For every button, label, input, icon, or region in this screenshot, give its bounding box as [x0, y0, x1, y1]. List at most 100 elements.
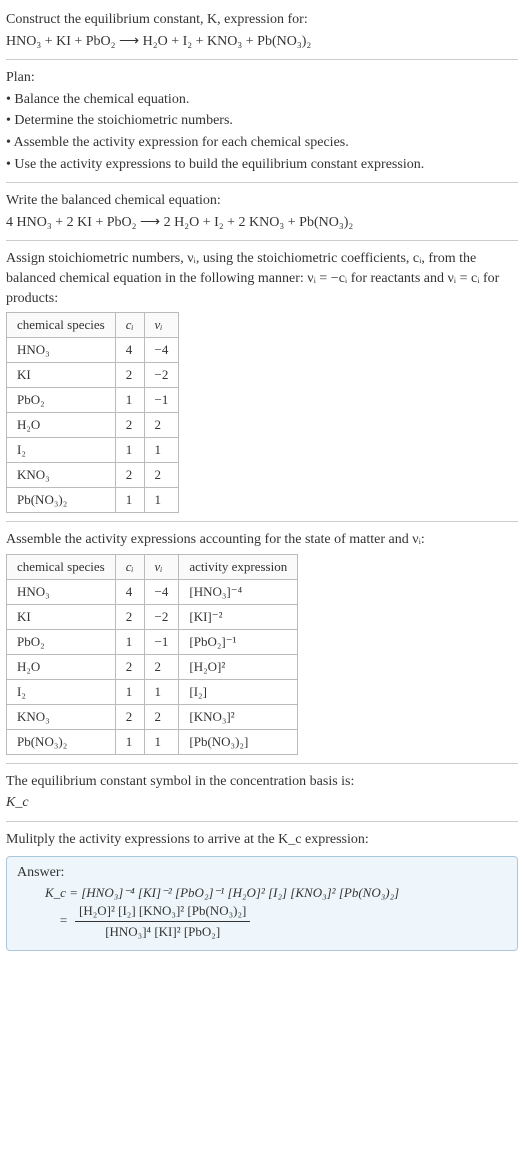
cell-c: 1 [115, 438, 144, 463]
cell-species: HNO₃ [7, 579, 116, 604]
intro-line1: Construct the equilibrium constant, K, e… [6, 10, 518, 30]
table-row: Pb(NO₃)₂11[Pb(NO₃)₂] [7, 729, 298, 754]
cell-v: 1 [144, 729, 179, 754]
plan-item-4: • Use the activity expressions to build … [6, 155, 518, 175]
cell-expr: [Pb(NO₃)₂] [179, 729, 298, 754]
plan-item-1: • Balance the chemical equation. [6, 90, 518, 110]
kc-denominator: [HNO₃]⁴ [KI]² [PbO₂] [75, 922, 250, 940]
kc-eq-sign: = [59, 912, 68, 927]
kc-flat: K_c = [HNO₃]⁻⁴ [KI]⁻² [PbO₂]⁻¹ [H₂O]² [I… [45, 885, 507, 901]
cell-c: 1 [115, 488, 144, 513]
cell-v: −1 [144, 388, 179, 413]
divider [6, 240, 518, 241]
eqsym-line2: K_c [6, 793, 518, 813]
cell-v: 2 [144, 463, 179, 488]
th-c-text: cᵢ [126, 559, 134, 574]
cell-species: Pb(NO₃)₂ [7, 729, 116, 754]
th-expr: activity expression [179, 554, 298, 579]
table-row: H₂O22[H₂O]² [7, 654, 298, 679]
plan-item-1-text: Balance the chemical equation. [14, 92, 189, 107]
table-row: I₂11 [7, 438, 179, 463]
cell-species: KNO₃ [7, 463, 116, 488]
cell-c: 4 [115, 579, 144, 604]
assign-text: Assign stoichiometric numbers, νᵢ, using… [6, 249, 518, 308]
table-row: KI2−2 [7, 363, 179, 388]
th-v: νᵢ [144, 313, 179, 338]
intro-text: Construct the equilibrium constant, K, e… [6, 12, 308, 27]
cell-expr: [I₂] [179, 679, 298, 704]
th-species: chemical species [7, 313, 116, 338]
th-c: cᵢ [115, 554, 144, 579]
cell-c: 2 [115, 413, 144, 438]
cell-c: 2 [115, 363, 144, 388]
activity-table: chemical species cᵢ νᵢ activity expressi… [6, 554, 298, 755]
cell-species: KNO₃ [7, 704, 116, 729]
cell-species: PbO₂ [7, 388, 116, 413]
cell-c: 1 [115, 388, 144, 413]
table-row: I₂11[I₂] [7, 679, 298, 704]
divider [6, 821, 518, 822]
plan-item-4-text: Use the activity expressions to build th… [14, 157, 424, 172]
intro-equation: HNO₃ + KI + PbO₂ ⟶ H₂O + I₂ + KNO₃ + Pb(… [6, 32, 518, 52]
plan-item-3-text: Assemble the activity expression for eac… [14, 135, 349, 150]
table-row: KNO₃22 [7, 463, 179, 488]
intro-eq-text: HNO₃ + KI + PbO₂ ⟶ H₂O + I₂ + KNO₃ + Pb(… [6, 34, 311, 49]
divider [6, 59, 518, 60]
fraction: [H₂O]² [I₂] [KNO₃]² [Pb(NO₃)₂] [HNO₃]⁴ [… [75, 903, 250, 940]
table-row: KI2−2[KI]⁻² [7, 604, 298, 629]
th-v-text: νᵢ [155, 559, 163, 574]
cell-v: −2 [144, 363, 179, 388]
cell-c: 1 [115, 729, 144, 754]
th-v: νᵢ [144, 554, 179, 579]
cell-c: 1 [115, 679, 144, 704]
plan-item-3: • Assemble the activity expression for e… [6, 133, 518, 153]
table-row: Pb(NO₃)₂11 [7, 488, 179, 513]
table-row: H₂O22 [7, 413, 179, 438]
cell-v: 1 [144, 679, 179, 704]
divider [6, 521, 518, 522]
plan-item-2-text: Determine the stoichiometric numbers. [14, 113, 233, 128]
assemble-text: Assemble the activity expressions accoun… [6, 530, 518, 550]
eqsym-line1: The equilibrium constant symbol in the c… [6, 772, 518, 792]
answer-label: Answer: [17, 865, 507, 881]
cell-v: 2 [144, 413, 179, 438]
cell-species: KI [7, 604, 116, 629]
cell-c: 2 [115, 704, 144, 729]
mult-text: Mulitply the activity expressions to arr… [6, 830, 518, 850]
plan-section: Plan: • Balance the chemical equation. •… [6, 68, 518, 174]
cell-expr: [H₂O]² [179, 654, 298, 679]
activity-section: Assemble the activity expressions accoun… [6, 530, 518, 755]
cell-expr: [KNO₃]² [179, 704, 298, 729]
cell-v: −2 [144, 604, 179, 629]
divider [6, 763, 518, 764]
cell-expr: [HNO₃]⁻⁴ [179, 579, 298, 604]
cell-v: 2 [144, 654, 179, 679]
cell-expr: [PbO₂]⁻¹ [179, 629, 298, 654]
cell-species: Pb(NO₃)₂ [7, 488, 116, 513]
cell-species: PbO₂ [7, 629, 116, 654]
cell-species: HNO₃ [7, 338, 116, 363]
cell-c: 4 [115, 338, 144, 363]
cell-species: H₂O [7, 413, 116, 438]
balanced-equation: 4 HNO₃ + 2 KI + PbO₂ ⟶ 2 H₂O + I₂ + 2 KN… [6, 213, 518, 233]
cell-species: H₂O [7, 654, 116, 679]
answer-box: Answer: K_c = [HNO₃]⁻⁴ [KI]⁻² [PbO₂]⁻¹ [… [6, 856, 518, 951]
cell-c: 2 [115, 654, 144, 679]
table-row: HNO₃4−4 [7, 338, 179, 363]
th-c: cᵢ [115, 313, 144, 338]
eqsym-section: The equilibrium constant symbol in the c… [6, 772, 518, 813]
table-header-row: chemical species cᵢ νᵢ activity expressi… [7, 554, 298, 579]
th-species: chemical species [7, 554, 116, 579]
stoich-table: chemical species cᵢ νᵢ HNO₃4−4 KI2−2 PbO… [6, 312, 179, 513]
divider [6, 182, 518, 183]
th-v-text: νᵢ [155, 317, 163, 332]
plan-heading: Plan: [6, 68, 518, 88]
kc-numerator: [H₂O]² [I₂] [KNO₃]² [Pb(NO₃)₂] [75, 903, 250, 922]
table-row: PbO₂1−1 [7, 388, 179, 413]
kc-flat-text: K_c = [HNO₃]⁻⁴ [KI]⁻² [PbO₂]⁻¹ [H₂O]² [I… [45, 885, 399, 900]
cell-expr: [KI]⁻² [179, 604, 298, 629]
balanced-heading: Write the balanced chemical equation: [6, 191, 518, 211]
cell-v: −4 [144, 579, 179, 604]
table-row: HNO₃4−4[HNO₃]⁻⁴ [7, 579, 298, 604]
table-header-row: chemical species cᵢ νᵢ [7, 313, 179, 338]
